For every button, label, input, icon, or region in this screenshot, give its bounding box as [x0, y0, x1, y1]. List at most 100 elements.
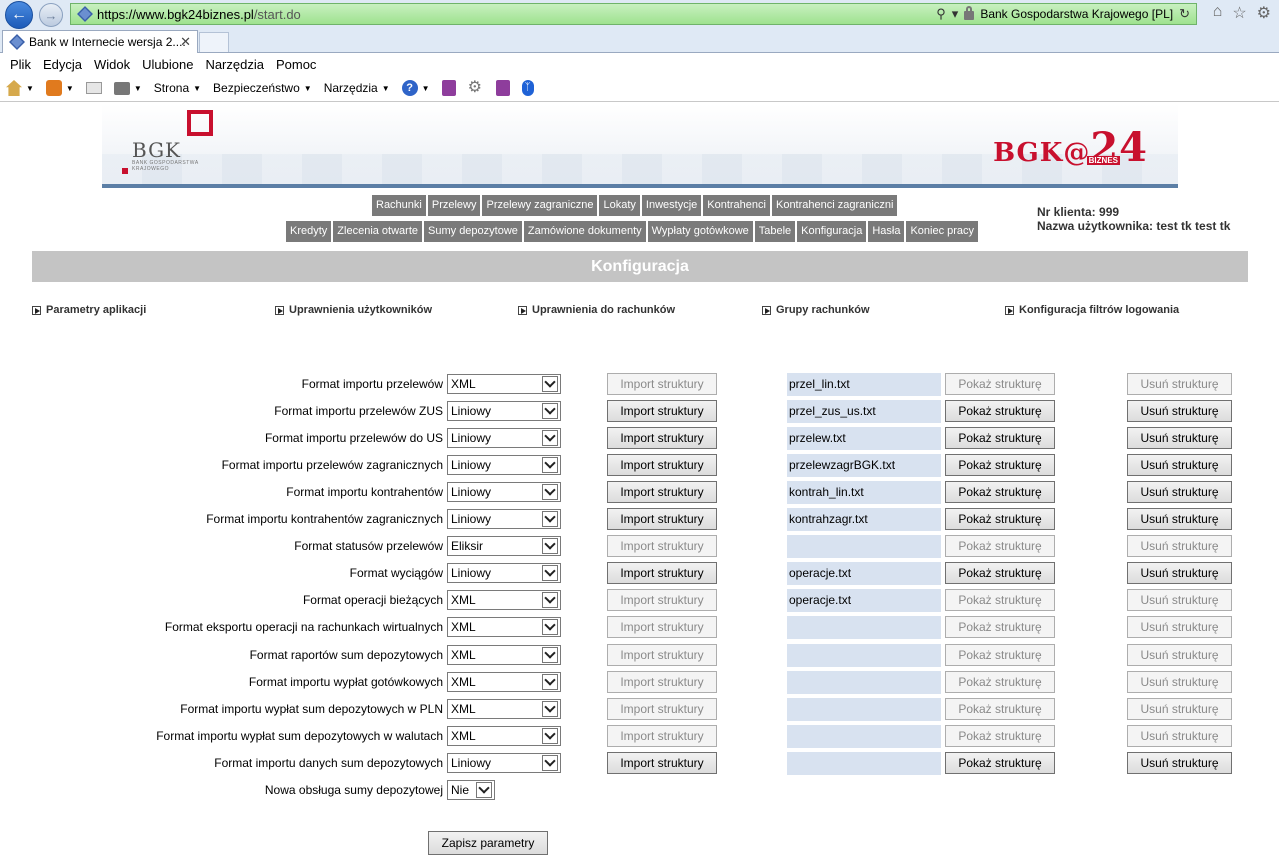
delete-structure-button[interactable]: Usuń strukturę	[1127, 562, 1232, 584]
sub-link-uprawnienia-uzytkownikow[interactable]: Uprawnienia użytkowników	[275, 304, 432, 316]
import-structure-button[interactable]: Import struktury	[607, 725, 717, 747]
show-structure-button[interactable]: Pokaż strukturę	[945, 671, 1055, 693]
nav-hasla[interactable]: Hasła	[868, 221, 905, 242]
delete-structure-button[interactable]: Usuń strukturę	[1127, 698, 1232, 720]
import-structure-button[interactable]: Import struktury	[607, 589, 717, 611]
chevron-down-icon[interactable]	[542, 403, 558, 419]
nav-kredyty[interactable]: Kredyty	[286, 221, 332, 242]
cmd-help[interactable]: ? ▼	[401, 80, 430, 96]
tab-active[interactable]: Bank w Internecie wersja 2.... ✕	[2, 30, 198, 53]
format-select[interactable]: XML	[447, 617, 561, 637]
format-select[interactable]: Liniowy	[447, 509, 561, 529]
show-structure-button[interactable]: Pokaż strukturę	[945, 589, 1055, 611]
nav-zlecenia-otwarte[interactable]: Zlecenia otwarte	[333, 221, 423, 242]
deposit-option-select[interactable]: Nie	[447, 780, 495, 800]
cmd-mail[interactable]	[85, 82, 102, 94]
format-select[interactable]: Liniowy	[447, 563, 561, 583]
show-structure-button[interactable]: Pokaż strukturę	[945, 373, 1055, 395]
import-structure-button[interactable]: Import struktury	[607, 400, 717, 422]
format-select[interactable]: XML	[447, 726, 561, 746]
sub-link-konfiguracja-filtrow-logowania[interactable]: Konfiguracja filtrów logowania	[1005, 304, 1179, 316]
format-select[interactable]: XML	[447, 374, 561, 394]
nav-tabele[interactable]: Tabele	[754, 221, 796, 242]
chevron-down-icon[interactable]	[542, 755, 558, 771]
delete-structure-button[interactable]: Usuń strukturę	[1127, 616, 1232, 638]
chevron-down-icon[interactable]	[542, 592, 558, 608]
delete-structure-button[interactable]: Usuń strukturę	[1127, 373, 1232, 395]
format-select[interactable]: Eliksir	[447, 536, 561, 556]
certificate-label[interactable]: Bank Gospodarstwa Krajowego [PL]	[980, 7, 1173, 21]
format-select[interactable]: XML	[447, 672, 561, 692]
cmd-print[interactable]: ▼	[113, 81, 142, 95]
show-structure-button[interactable]: Pokaż strukturę	[945, 454, 1055, 476]
cmd-tool-2[interactable]: ⚙	[468, 80, 484, 96]
back-arrow-icon[interactable]: ←	[5, 1, 33, 29]
cmd-strona[interactable]: Strona ▼	[154, 81, 201, 95]
delete-structure-button[interactable]: Usuń strukturę	[1127, 644, 1232, 666]
format-select[interactable]: XML	[447, 699, 561, 719]
import-structure-button[interactable]: Import struktury	[607, 481, 717, 503]
chevron-down-icon[interactable]	[542, 430, 558, 446]
delete-structure-button[interactable]: Usuń strukturę	[1127, 535, 1232, 557]
menu-widok[interactable]: Widok	[94, 57, 130, 72]
import-structure-button[interactable]: Import struktury	[607, 698, 717, 720]
nav-zamowione-dokumenty[interactable]: Zamówione dokumenty	[523, 221, 646, 242]
menu-ulubione[interactable]: Ulubione	[142, 57, 193, 72]
import-structure-button[interactable]: Import struktury	[607, 535, 717, 557]
menu-narzedzia[interactable]: Narzędzia	[205, 57, 264, 72]
delete-structure-button[interactable]: Usuń strukturę	[1127, 752, 1232, 774]
delete-structure-button[interactable]: Usuń strukturę	[1127, 671, 1232, 693]
delete-structure-button[interactable]: Usuń strukturę	[1127, 400, 1232, 422]
nav-lokaty[interactable]: Lokaty	[599, 195, 640, 216]
chevron-down-icon[interactable]	[542, 674, 558, 690]
nav-sumy-depozytowe[interactable]: Sumy depozytowe	[424, 221, 522, 242]
show-structure-button[interactable]: Pokaż strukturę	[945, 725, 1055, 747]
cmd-narzedzia[interactable]: Narzędzia ▼	[324, 81, 390, 95]
sub-link-grupy-rachunkow[interactable]: Grupy rachunków	[762, 304, 870, 316]
sub-link-uprawnienia-do-rachunkow[interactable]: Uprawnienia do rachunków	[518, 304, 675, 316]
nav-rachunki[interactable]: Rachunki	[372, 195, 426, 216]
show-structure-button[interactable]: Pokaż strukturę	[945, 508, 1055, 530]
home-icon[interactable]: ⌂	[1213, 3, 1223, 23]
sub-link-parametry-aplikacji[interactable]: Parametry aplikacji	[32, 304, 146, 316]
chevron-down-icon[interactable]	[542, 376, 558, 392]
nav-konfiguracja[interactable]: Konfiguracja	[797, 221, 867, 242]
chevron-down-icon[interactable]	[542, 701, 558, 717]
new-tab-button[interactable]	[199, 32, 229, 52]
chevron-down-icon[interactable]	[542, 647, 558, 663]
nav-inwestycje[interactable]: Inwestycje	[641, 195, 702, 216]
show-structure-button[interactable]: Pokaż strukturę	[945, 535, 1055, 557]
cmd-tool-1[interactable]	[441, 80, 456, 96]
format-select[interactable]: XML	[447, 645, 561, 665]
search-icon[interactable]: ⚲	[936, 6, 946, 22]
delete-structure-button[interactable]: Usuń strukturę	[1127, 589, 1232, 611]
show-structure-button[interactable]: Pokaż strukturę	[945, 562, 1055, 584]
import-structure-button[interactable]: Import struktury	[607, 427, 717, 449]
gear-icon[interactable]: ⚙	[1257, 3, 1271, 23]
import-structure-button[interactable]: Import struktury	[607, 562, 717, 584]
format-select[interactable]: Liniowy	[447, 428, 561, 448]
delete-structure-button[interactable]: Usuń strukturę	[1127, 454, 1232, 476]
chevron-down-icon[interactable]	[542, 484, 558, 500]
chevron-down-icon[interactable]	[542, 619, 558, 635]
cmd-bezpieczenstwo[interactable]: Bezpieczeństwo ▼	[213, 81, 312, 95]
show-structure-button[interactable]: Pokaż strukturę	[945, 400, 1055, 422]
import-structure-button[interactable]: Import struktury	[607, 616, 717, 638]
delete-structure-button[interactable]: Usuń strukturę	[1127, 481, 1232, 503]
lock-icon[interactable]	[964, 6, 975, 20]
format-select[interactable]: XML	[447, 590, 561, 610]
import-structure-button[interactable]: Import struktury	[607, 373, 717, 395]
close-icon[interactable]: ✕	[180, 34, 191, 50]
delete-structure-button[interactable]: Usuń strukturę	[1127, 508, 1232, 530]
show-structure-button[interactable]: Pokaż strukturę	[945, 698, 1055, 720]
address-bar[interactable]: https://www.bgk24biznes.pl/start.do ⚲ ▾ …	[70, 3, 1197, 25]
import-structure-button[interactable]: Import struktury	[607, 644, 717, 666]
import-structure-button[interactable]: Import struktury	[607, 508, 717, 530]
import-structure-button[interactable]: Import struktury	[607, 671, 717, 693]
nav-wyplaty-gotowkowe[interactable]: Wypłaty gotówkowe	[647, 221, 753, 242]
menu-plik[interactable]: Plik	[10, 57, 31, 72]
chevron-down-icon[interactable]	[542, 728, 558, 744]
format-select[interactable]: Liniowy	[447, 482, 561, 502]
nav-przelewy[interactable]: Przelewy	[427, 195, 481, 216]
show-structure-button[interactable]: Pokaż strukturę	[945, 752, 1055, 774]
